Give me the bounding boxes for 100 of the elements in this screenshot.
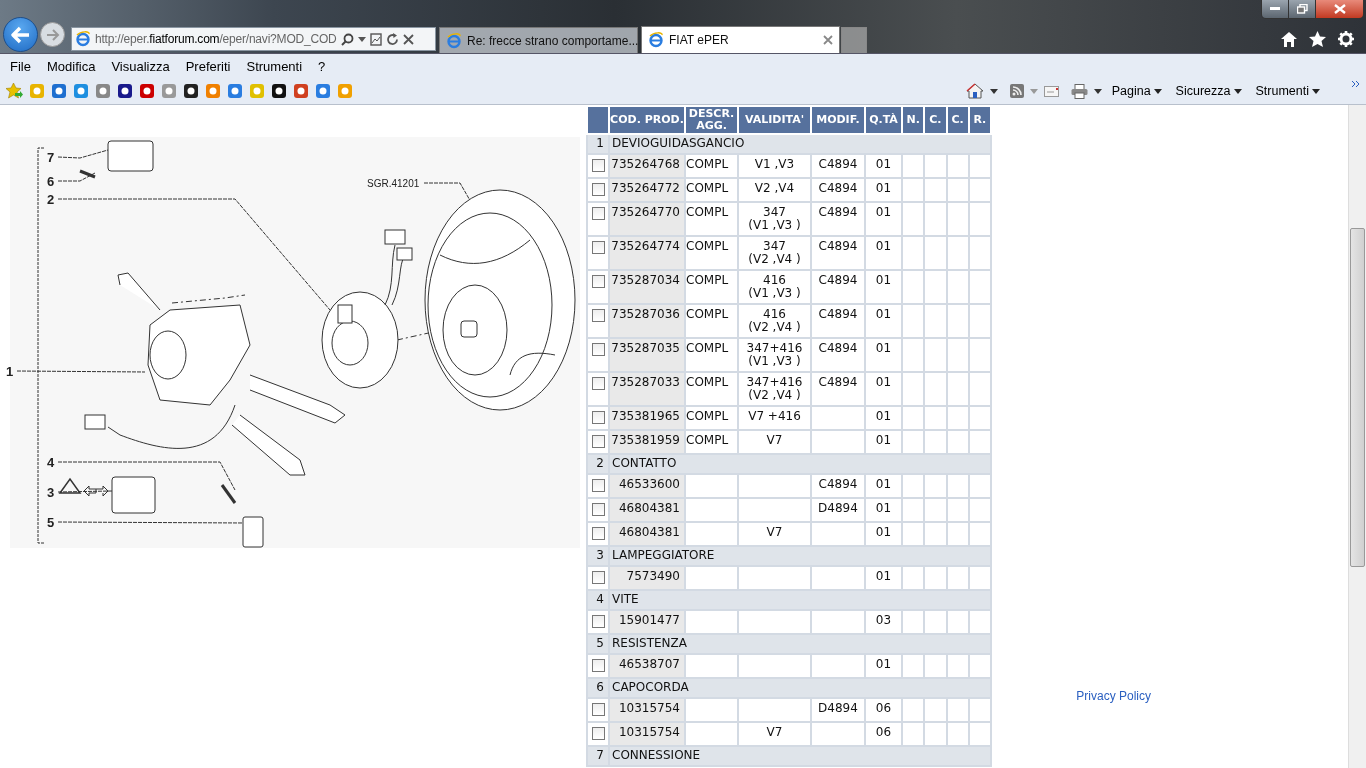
row-checkbox[interactable] (591, 207, 605, 220)
table-cell: V7 +416 (738, 406, 811, 430)
table-cell: COMPL (685, 304, 738, 338)
table-cell: C4894 (811, 338, 865, 372)
row-checkbox[interactable] (591, 435, 605, 448)
caret-icon[interactable] (357, 36, 366, 42)
command-menu-button[interactable]: Strumenti (1251, 84, 1324, 98)
column-header: N. (902, 106, 925, 134)
menu-item[interactable]: ? (318, 58, 326, 74)
close-icon (1333, 4, 1346, 14)
table-cell: D4894 (811, 498, 865, 522)
settings-icon[interactable] (1338, 31, 1354, 47)
scrollbar[interactable] (1348, 105, 1366, 768)
command-menu-button[interactable]: Sicurezza (1171, 84, 1246, 98)
row-checkbox[interactable] (591, 527, 605, 540)
print-icon[interactable] (1070, 83, 1088, 99)
forward-button[interactable] (40, 22, 65, 47)
menu-item[interactable]: Strumenti (246, 58, 303, 74)
row-checkbox[interactable] (591, 275, 605, 288)
star-icon[interactable] (1309, 31, 1326, 47)
table-cell: COMPL (685, 236, 738, 270)
callout-label: 5 (47, 515, 55, 530)
ie-logo-icon (75, 31, 91, 47)
close-icon[interactable] (823, 35, 833, 45)
row-checkbox[interactable] (591, 309, 605, 322)
group-number: 2 (587, 454, 609, 474)
row-checkbox[interactable] (591, 411, 605, 424)
table-cell: COMPL (685, 178, 738, 202)
search-icon[interactable] (340, 32, 354, 46)
table-cell: C4894 (811, 154, 865, 178)
table-cell: 01 (865, 474, 902, 498)
row-checkbox[interactable] (591, 479, 605, 492)
caret-icon[interactable] (989, 88, 998, 94)
restore-button[interactable] (1289, 0, 1316, 18)
browser-tab[interactable]: FIAT ePER (641, 26, 840, 53)
compatibility-view-icon[interactable] (369, 32, 382, 46)
menu-item[interactable]: Preferiti (185, 58, 231, 74)
home-icon[interactable] (1281, 31, 1297, 47)
mail-icon[interactable] (1043, 85, 1059, 97)
group-number: 4 (587, 590, 609, 610)
callout-label: 7 (47, 150, 55, 165)
table-cell: D4894 (811, 698, 865, 722)
home-icon[interactable] (965, 83, 984, 99)
back-button[interactable] (3, 17, 38, 52)
callout-label: 1 (6, 364, 14, 379)
menu-item[interactable]: File (10, 58, 31, 74)
table-cell: 416 (V2 ,V4 ) (738, 304, 811, 338)
refresh-icon[interactable] (385, 32, 399, 46)
row-checkbox[interactable] (591, 659, 605, 672)
row-checkbox[interactable] (591, 727, 605, 740)
group-name: CONNESSIONE (609, 746, 991, 766)
group-number: 6 (587, 678, 609, 698)
minimize-button[interactable] (1262, 0, 1289, 18)
table-cell: 347+416 (V2 ,V4 ) (738, 372, 811, 406)
site-favicon-icon[interactable] (117, 83, 133, 99)
forward-arrow-icon (45, 28, 60, 41)
table-cell: 01 (865, 154, 902, 178)
caret-icon[interactable] (1093, 88, 1102, 94)
row-checkbox[interactable] (591, 159, 605, 172)
row-checkbox[interactable] (591, 571, 605, 584)
group-name: RESISTENZA (609, 634, 991, 654)
close-icon[interactable] (402, 33, 414, 45)
part-code: 735264770 (609, 202, 685, 236)
chevron-icon[interactable] (1351, 80, 1360, 88)
site-favicon-icon[interactable] (183, 83, 199, 99)
table-cell: COMPL (685, 338, 738, 372)
scrollbar-thumb[interactable] (1350, 228, 1365, 567)
row-checkbox[interactable] (591, 241, 605, 254)
part-code: 735287035 (609, 338, 685, 372)
command-menu-button[interactable]: Pagina (1107, 84, 1166, 98)
table-cell: C4894 (811, 270, 865, 304)
column-header: VALIDITA' (738, 106, 811, 134)
table-cell: 347 (V1 ,V3 ) (738, 202, 811, 236)
group-number: 1 (587, 134, 609, 154)
table-cell: C4894 (811, 474, 865, 498)
row-checkbox[interactable] (591, 343, 605, 356)
table-cell: 347 (V2 ,V4 ) (738, 236, 811, 270)
group-number: 3 (587, 546, 609, 566)
group-name: CAPOCORDA (609, 678, 991, 698)
browser-tab[interactable]: Re: frecce strano comportame... (439, 27, 638, 53)
close-window-button[interactable] (1316, 0, 1363, 18)
feed-icon[interactable] (1009, 84, 1024, 98)
row-checkbox[interactable] (591, 703, 605, 716)
group-number: 5 (587, 634, 609, 654)
privacy-policy-link[interactable]: Privacy Policy (1076, 689, 1151, 703)
menu-item[interactable]: Visualizza (111, 58, 170, 74)
group-number: 7 (587, 746, 609, 766)
menu-item[interactable]: Modifica (46, 58, 96, 74)
column-header: Q.TÀ (865, 106, 902, 134)
row-checkbox[interactable] (591, 377, 605, 390)
site-favicon-icon[interactable] (271, 83, 287, 99)
row-checkbox[interactable] (591, 615, 605, 628)
row-checkbox[interactable] (591, 503, 605, 516)
table-cell: 01 (865, 304, 902, 338)
table-cell: V2 ,V4 (738, 178, 811, 202)
back-arrow-icon (10, 25, 31, 44)
row-checkbox[interactable] (591, 183, 605, 196)
favorites-star-icon[interactable] (6, 83, 23, 99)
tab-title: Re: frecce strano comportame... (467, 33, 639, 48)
address-bar[interactable]: http://eper.fiatforum.com/eper/navi?MOD_COD (71, 27, 436, 51)
